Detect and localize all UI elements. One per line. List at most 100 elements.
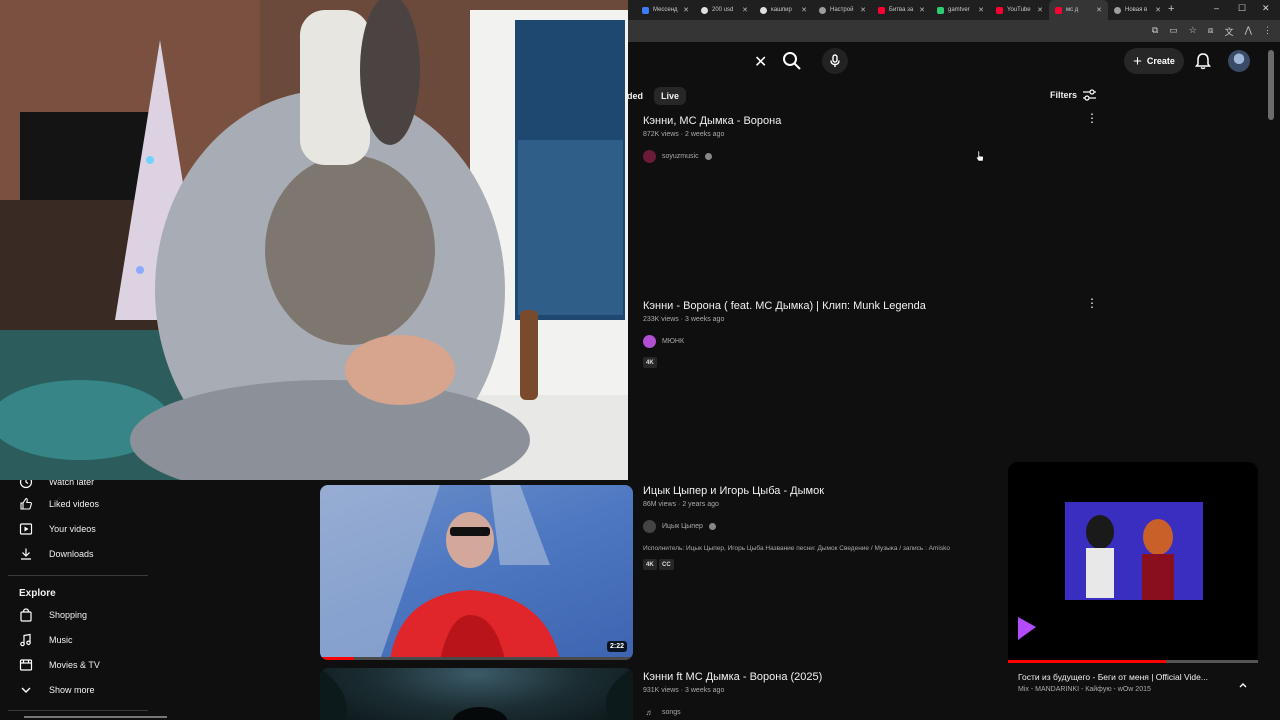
tab-close-icon[interactable]: ✕ [1037, 6, 1043, 14]
channel-avatar[interactable]: ♬ [643, 706, 656, 719]
sidebar-item-label: Show more [49, 685, 95, 695]
sidebar-item-your-videos[interactable]: Your videos [19, 522, 96, 536]
play-square-icon [19, 522, 33, 536]
extensions-icon[interactable]: ⧈ [1208, 25, 1214, 38]
plus-icon: + [1133, 52, 1142, 70]
quality-badge: 4K [643, 357, 657, 368]
video-title[interactable]: Кэнни - Ворона ( feat. МС Дымка) | Клип:… [643, 300, 926, 312]
miniplayer-progress-fill [1008, 660, 1166, 663]
mic-icon [830, 54, 840, 67]
channel-link[interactable]: ♬ songs [643, 706, 681, 719]
miniplayer-progress[interactable] [1008, 660, 1258, 663]
search-icon[interactable] [780, 50, 804, 72]
bell-icon[interactable] [1195, 52, 1211, 70]
filter-chip-live[interactable]: Live [654, 87, 687, 105]
sidebar-item-label: Shopping [49, 610, 88, 620]
tab-label: кашпир [771, 7, 792, 13]
video-title[interactable]: Ицык Цыпер и Игорь Цыба - Дымок [643, 485, 824, 497]
thumbs-up-icon [19, 497, 33, 511]
tab-close-icon[interactable]: ✕ [1155, 6, 1161, 14]
page-scrollbar[interactable] [1268, 50, 1274, 120]
channel-link[interactable]: Ицык Цыпер [643, 520, 716, 533]
miniplayer-video[interactable] [1008, 462, 1258, 660]
video-title[interactable]: Кэнни, МС Дымка - Ворона [643, 115, 781, 127]
create-button[interactable]: + Create [1124, 48, 1184, 74]
watch-progress [320, 657, 633, 660]
video-thumbnail[interactable] [320, 668, 633, 720]
tab-close-icon[interactable]: ✕ [683, 6, 689, 14]
sidebar-item-label: Music [49, 635, 73, 645]
tab-favicon [642, 6, 649, 14]
sidebar-item-movies-tv[interactable]: Movies & TV [19, 658, 100, 672]
browser-tab[interactable]: Новая в ✕ [1108, 0, 1167, 20]
window-close-button[interactable]: ✕ [1262, 3, 1270, 14]
tab-close-icon[interactable]: ✕ [919, 6, 925, 14]
channel-link[interactable]: soyuzmusic [643, 150, 712, 163]
cast-icon[interactable]: ▭ [1169, 25, 1178, 38]
chip-label: Live [661, 91, 680, 101]
browser-tab[interactable]: YouTube ✕ [990, 0, 1049, 20]
clear-search-button[interactable]: ✕ [754, 52, 767, 72]
webcam-overlay [0, 0, 628, 480]
more-actions-icon[interactable]: ⋮ [1086, 112, 1098, 124]
youtube-icon [996, 6, 1003, 14]
chip-label: ded [627, 91, 644, 101]
tab-close-icon[interactable]: ✕ [801, 6, 807, 14]
browser-tab[interactable]: Битва за ✕ [872, 0, 931, 20]
tab-close-icon[interactable]: ✕ [978, 6, 984, 14]
thumbnail-image [320, 668, 633, 720]
new-tab-button[interactable]: + [1168, 3, 1174, 15]
browser-tab[interactable]: кашпир ✕ [754, 0, 813, 20]
sidebar-section-heading: Explore [19, 588, 56, 599]
webcam-feed-image [0, 0, 628, 480]
browser-tab[interactable]: Настрой ✕ [813, 0, 872, 20]
chevron-up-icon[interactable] [1238, 680, 1248, 690]
channel-name[interactable]: soyuzmusic [662, 153, 699, 160]
channel-name[interactable]: songs [662, 709, 681, 716]
youtube-icon [878, 6, 885, 14]
video-thumbnail[interactable]: 2:22 [320, 485, 633, 660]
view-count: 931K views [643, 687, 679, 694]
quality-badge: 4K [643, 559, 657, 570]
tab-label: Настрой [830, 7, 854, 13]
tab-close-icon[interactable]: ✕ [1096, 6, 1102, 14]
channel-avatar[interactable] [643, 520, 656, 533]
tab-close-icon[interactable]: ✕ [742, 6, 748, 14]
miniplayer-subtitle: Mix - MANDARINKI - Кайфую - wOw 2015 [1018, 686, 1151, 693]
filters-button[interactable]: Filters [1050, 89, 1097, 101]
channel-avatar[interactable] [643, 335, 656, 348]
browser-menu-icon[interactable]: ⋮ [1263, 25, 1272, 38]
sidebar-item-shopping[interactable]: Shopping [19, 608, 87, 622]
voice-search-button[interactable] [822, 48, 848, 74]
profile-icon[interactable]: ⋀ [1245, 25, 1252, 38]
bookmark-star-icon[interactable]: ☆ [1189, 25, 1197, 38]
sidebar-item-music[interactable]: Music [19, 633, 73, 647]
filters-label: Filters [1050, 90, 1078, 100]
upload-age: 3 weeks ago [685, 316, 725, 323]
channel-name[interactable]: Ицык Цыпер [662, 523, 703, 530]
miniplayer-title[interactable]: Гости из будущего - Беги от меня | Offic… [1018, 672, 1218, 682]
gear-icon [819, 6, 826, 14]
account-avatar[interactable] [1228, 50, 1250, 72]
browser-tab[interactable]: 200 usd ✕ [695, 0, 754, 20]
more-actions-icon[interactable]: ⋮ [1086, 297, 1098, 309]
film-icon [19, 658, 33, 672]
browser-tab[interactable]: Мессенд ✕ [636, 0, 695, 20]
browser-tab[interactable]: gamtver ✕ [931, 0, 990, 20]
channel-avatar[interactable] [643, 150, 656, 163]
miniplayer[interactable]: Гости из будущего - Беги от меня | Offic… [1008, 462, 1258, 708]
maximize-button[interactable]: ☐ [1238, 3, 1246, 14]
tab-close-icon[interactable]: ✕ [860, 6, 866, 14]
horizontal-scrollbar[interactable] [24, 716, 167, 718]
video-title[interactable]: Кэнни ft МС Дымка - Ворона (2025) [643, 671, 822, 683]
sidebar-show-more[interactable]: Show more [19, 683, 95, 697]
minimize-button[interactable]: – [1214, 3, 1219, 13]
open-in-app-icon[interactable]: ⧉ [1152, 25, 1158, 38]
sidebar-divider [8, 710, 148, 711]
sidebar-item-downloads[interactable]: Downloads [19, 547, 94, 561]
sidebar-item-liked-videos[interactable]: Liked videos [19, 497, 99, 511]
translate-icon[interactable]: 文 [1225, 25, 1234, 38]
channel-name[interactable]: МЮНК [662, 338, 684, 345]
browser-tab-active[interactable]: мс д ✕ [1049, 0, 1108, 20]
channel-link[interactable]: МЮНК [643, 335, 684, 348]
